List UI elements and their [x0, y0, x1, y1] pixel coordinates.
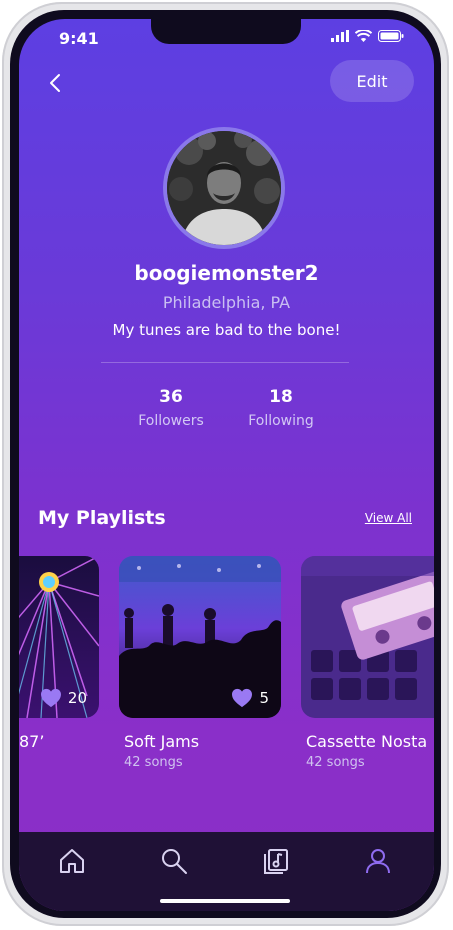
likes-badge: 20 [40, 688, 87, 708]
home-indicator [160, 899, 290, 903]
likes-badge: 5 [231, 688, 269, 708]
app-screen: 9:41 Edit boogiemonster2 Philadelphia, P… [19, 19, 434, 911]
heart-icon [40, 688, 61, 708]
following-count: 18 [269, 387, 293, 407]
notch [151, 19, 301, 44]
playlist-card[interactable] [301, 556, 434, 718]
playlist-song-count: 42 songs [124, 755, 183, 770]
following-stat[interactable]: 18 Following [231, 387, 331, 429]
section-title: My Playlists [38, 507, 166, 529]
bio: My tunes are bad to the bone! [112, 321, 341, 339]
back-icon[interactable] [41, 69, 69, 97]
followers-label: Followers [138, 413, 204, 429]
likes-count: 5 [259, 689, 269, 707]
avatar-photo [167, 131, 281, 245]
status-time: 9:41 [59, 29, 99, 48]
playlist-title[interactable]: Cassette Nosta [306, 732, 427, 751]
view-all-link[interactable]: View All [365, 511, 412, 525]
profile-icon[interactable] [363, 846, 393, 876]
wifi-icon [355, 30, 372, 42]
likes-count: 20 [67, 689, 87, 707]
followers-stat[interactable]: 36 Followers [121, 387, 221, 429]
battery-icon [378, 30, 404, 42]
location: Philadelphia, PA [162, 293, 291, 312]
divider [101, 362, 349, 363]
playlist-title[interactable]: Soft Jams [124, 732, 199, 751]
playlist-cover [301, 556, 434, 718]
library-icon[interactable] [261, 846, 291, 876]
heart-icon [232, 688, 253, 708]
playlist-song-count: 42 songs [306, 755, 365, 770]
followers-count: 36 [159, 387, 183, 407]
playlist-card[interactable]: 5 [119, 556, 281, 718]
avatar[interactable] [163, 127, 285, 249]
username: boogiemonster2 [134, 261, 319, 285]
signal-icon [331, 30, 349, 42]
playlist-card[interactable]: 20 [19, 556, 99, 718]
status-icons [331, 30, 404, 42]
playlist-title[interactable]: 87’ [19, 732, 44, 751]
edit-button[interactable]: Edit [330, 60, 414, 102]
home-icon[interactable] [57, 846, 87, 876]
search-icon[interactable] [159, 846, 189, 876]
following-label: Following [248, 413, 314, 429]
